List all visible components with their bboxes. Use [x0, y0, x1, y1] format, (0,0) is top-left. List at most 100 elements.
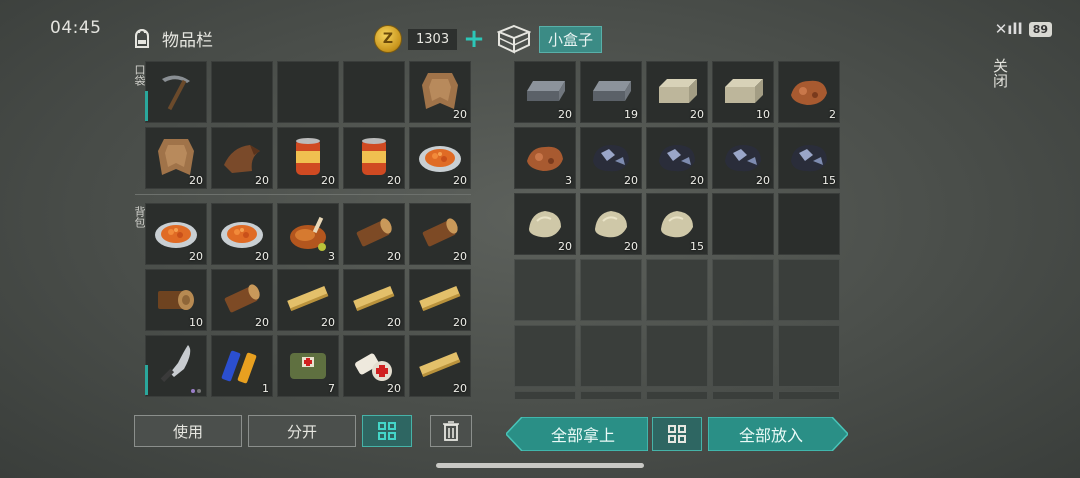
container-slot[interactable]: 15: [646, 193, 708, 255]
backpack-slot[interactable]: 20: [211, 269, 273, 331]
backpack-slot[interactable]: 20: [145, 203, 207, 265]
backpack-icon: [135, 28, 149, 48]
add-coins-button[interactable]: +: [463, 26, 485, 52]
container-slot[interactable]: [778, 193, 840, 255]
item-count: 15: [690, 240, 704, 253]
coal-ore-icon: [721, 135, 765, 179]
durability-bar: [145, 365, 148, 395]
pocket-slot[interactable]: [145, 61, 207, 123]
container-slot[interactable]: [580, 325, 642, 387]
backpack-slot[interactable]: 20: [277, 269, 339, 331]
coin-count: 1303: [408, 28, 458, 50]
put-all-button[interactable]: 全部放入: [708, 418, 834, 450]
container-slot[interactable]: [712, 259, 774, 321]
status-bar: ✕ıll 89: [995, 20, 1052, 38]
plank-icon: [286, 277, 330, 321]
item-count: 20: [387, 316, 401, 329]
stone-icon: [655, 201, 699, 245]
copper-ore-icon: [523, 135, 567, 179]
container-slot[interactable]: 19: [580, 61, 642, 123]
hide-icon: [154, 135, 198, 179]
container-slot[interactable]: [778, 325, 840, 387]
grid-icon: [668, 425, 686, 443]
item-count: 10: [756, 108, 770, 121]
split-button[interactable]: 分开: [248, 415, 356, 447]
item-count: 10: [189, 316, 203, 329]
backpack-slot[interactable]: 20: [409, 269, 471, 331]
plank-icon: [418, 277, 462, 321]
backpack-slot[interactable]: 3: [277, 203, 339, 265]
container-slot[interactable]: [646, 325, 708, 387]
container-slot[interactable]: [712, 391, 774, 399]
backpack-slot[interactable]: 10: [145, 269, 207, 331]
close-button[interactable]: 关闭: [989, 58, 1011, 88]
item-count: 20: [453, 108, 467, 121]
pocket-slot[interactable]: 20: [145, 127, 207, 189]
container-slot[interactable]: [646, 259, 708, 321]
container-slot[interactable]: 20: [646, 127, 708, 189]
backpack-slot[interactable]: 20: [343, 335, 405, 397]
container-slot[interactable]: [514, 259, 576, 321]
battery-icon: [220, 343, 264, 387]
plank-icon: [418, 343, 462, 387]
container-slot[interactable]: [646, 391, 708, 399]
pocket-slot[interactable]: [211, 61, 273, 123]
sort-grid-button[interactable]: [362, 415, 412, 447]
backpack-slot[interactable]: 20: [211, 203, 273, 265]
backpack-slot[interactable]: 20: [409, 335, 471, 397]
durability-bar: [145, 91, 148, 121]
iron-ingot-icon: [589, 69, 633, 113]
backpack-slot[interactable]: 20: [409, 203, 471, 265]
container-slot[interactable]: [778, 391, 840, 399]
backpack-slot[interactable]: [145, 335, 207, 397]
container-slot[interactable]: [514, 391, 576, 399]
delete-button[interactable]: [430, 415, 472, 447]
item-count: 20: [453, 250, 467, 263]
home-indicator[interactable]: [436, 463, 644, 468]
container-slot[interactable]: [514, 325, 576, 387]
coal-ore-icon: [655, 135, 699, 179]
section-divider: [135, 194, 471, 195]
pocket-slot[interactable]: 20: [409, 61, 471, 123]
pocket-slot[interactable]: 20: [409, 127, 471, 189]
container-slot[interactable]: [778, 259, 840, 321]
backpack-slot[interactable]: 20: [343, 203, 405, 265]
container-slot[interactable]: 10: [712, 61, 774, 123]
use-button[interactable]: 使用: [134, 415, 242, 447]
container-slot[interactable]: [580, 259, 642, 321]
container-slot[interactable]: 20: [514, 193, 576, 255]
container-slot[interactable]: 20: [580, 127, 642, 189]
container-slot[interactable]: 20: [580, 193, 642, 255]
pocket-slot[interactable]: 20: [211, 127, 273, 189]
battery-indicator: 89: [1028, 21, 1052, 37]
item-count: 20: [255, 174, 269, 187]
item-count: 20: [453, 174, 467, 187]
container-slot[interactable]: [712, 325, 774, 387]
pocket-slot[interactable]: [277, 61, 339, 123]
stew-plate-icon: [220, 211, 264, 255]
container-slot[interactable]: 20: [646, 61, 708, 123]
pocket-slot[interactable]: 20: [277, 127, 339, 189]
container-slot[interactable]: 2: [778, 61, 840, 123]
backpack-slot[interactable]: 1: [211, 335, 273, 397]
backpack-slot[interactable]: 7: [277, 335, 339, 397]
container-slot[interactable]: 15: [778, 127, 840, 189]
stew-plate-icon: [418, 135, 462, 179]
container-slot[interactable]: 20: [712, 127, 774, 189]
stew-plate-icon: [154, 211, 198, 255]
pocket-slot[interactable]: 20: [343, 127, 405, 189]
container-slot[interactable]: [712, 193, 774, 255]
container-slot[interactable]: 3: [514, 127, 576, 189]
take-all-button[interactable]: 全部拿上: [520, 418, 646, 450]
item-count: 3: [328, 250, 335, 263]
backpack-slot[interactable]: 20: [343, 269, 405, 331]
container-slot[interactable]: 20: [514, 61, 576, 123]
container-slot[interactable]: [580, 391, 642, 399]
pocket-slot[interactable]: [343, 61, 405, 123]
log-icon: [418, 211, 462, 255]
container-sort-button[interactable]: [652, 417, 702, 451]
medkit-icon: [286, 343, 330, 387]
item-count: 2: [829, 108, 836, 121]
coal-ore-icon: [589, 135, 633, 179]
container-grid: 20 19 20 10 2 3 20 20 20 15 20 20 15: [514, 61, 840, 399]
